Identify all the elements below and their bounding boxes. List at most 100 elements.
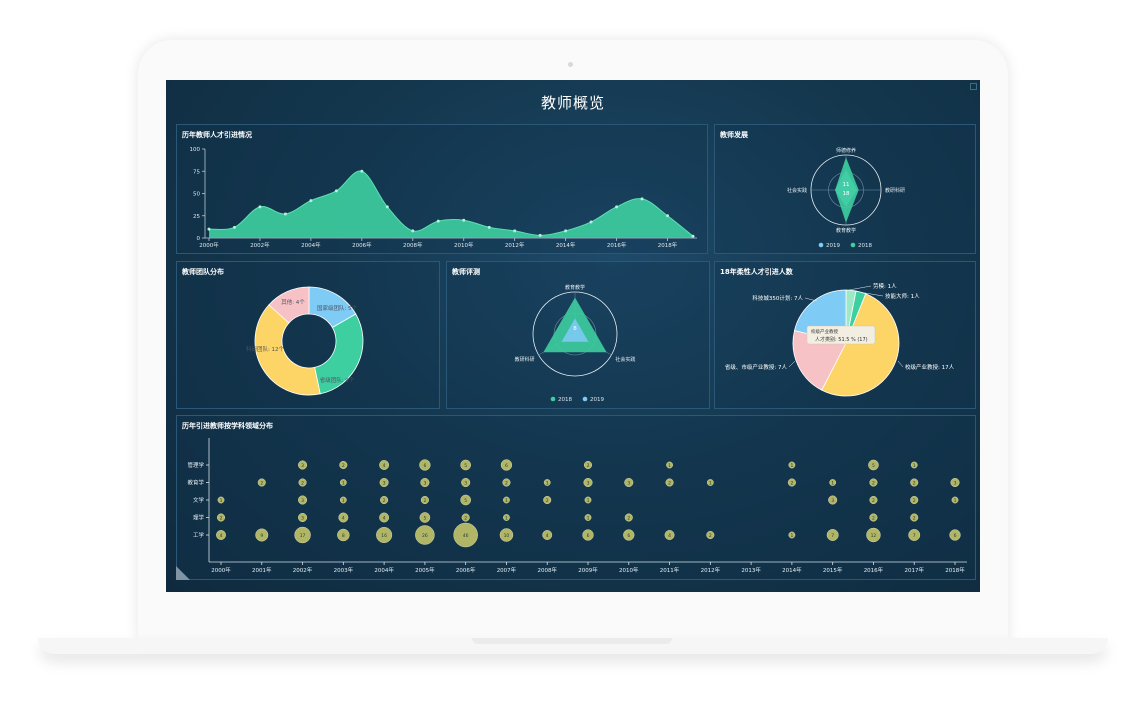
legend-marker-2018 xyxy=(550,396,556,402)
bubble-value-label: 1 xyxy=(668,463,671,469)
dashboard-screen: 教师概览 历年教师人才引进情况 0 25 50 75 100 2000年 2002年 2004… xyxy=(166,80,980,592)
legend-marker-2019 xyxy=(582,396,588,402)
resize-handle-icon[interactable] xyxy=(176,566,190,580)
y-tick-label: 理学 xyxy=(193,514,205,522)
bubble-value-label: 26 xyxy=(422,533,428,539)
x-tick-label: 2014年 xyxy=(782,566,802,574)
bubble-value-label: 1 xyxy=(505,515,508,521)
bubble-value-label: 1 xyxy=(587,515,590,521)
bubble-value-label: 1 xyxy=(709,480,712,486)
talent-trend-chart: 0 25 50 75 100 2000年 2002年 2004年 2006年 2008年 2010年… xyxy=(190,147,697,249)
panel-development: 教师发展 师德修养 教研科研 教育教学 社会实践 11 18 2019 2018 xyxy=(714,124,976,254)
data-point xyxy=(513,229,517,233)
bubble-value-label: 8 xyxy=(342,533,345,539)
bubble-value-label: 2 xyxy=(709,533,712,539)
radar-indicator-label: 教育教学 xyxy=(836,227,856,234)
bubble-value-label: 1 xyxy=(954,498,957,504)
bubble-value-label: 1 xyxy=(220,498,223,504)
panel-discipline-distribution: 历年引进教师按学科领域分布 管理学 教育学 文学 理学 工学 2000年 2001年 2002… xyxy=(176,415,976,580)
radar-indicator-label: 教研科研 xyxy=(885,187,905,194)
legend-label: 2019 xyxy=(590,397,604,403)
pie-leader-line xyxy=(788,360,796,368)
laptop-notch xyxy=(472,638,672,644)
x-tick-label: 2000年 xyxy=(199,241,219,249)
bubble-value-label: 2 xyxy=(913,498,916,504)
tooltip-text: 人才类别: 51.5 % (17) xyxy=(815,336,868,343)
x-tick-label: 2017年 xyxy=(904,566,924,574)
bubble-value-label: 16 xyxy=(381,533,387,539)
x-tick-label: 2005年 xyxy=(415,566,435,574)
pie-slice-label: 校级产业教授: 17人 xyxy=(905,363,955,371)
webcam-icon xyxy=(568,62,573,67)
bubble-value-label: 2 xyxy=(546,498,549,504)
x-tick-label: 2004年 xyxy=(301,241,321,249)
x-tick-label: 2018年 xyxy=(658,241,678,249)
y-tick-label: 0 xyxy=(197,236,201,242)
bubble-value-label: 5 xyxy=(872,463,875,469)
bubble-value-label: 1 xyxy=(913,463,916,469)
bubble-value-label: 2 xyxy=(913,515,916,521)
x-tick-label: 2008年 xyxy=(403,241,423,249)
data-point xyxy=(615,205,619,209)
y-tick-label: 文学 xyxy=(193,496,205,504)
radar-indicator-label: 教研科研 xyxy=(515,356,535,363)
bubble-value-label: 2 xyxy=(872,515,875,521)
bubble-value-label: 4 xyxy=(342,515,345,521)
page-title: 教师概览 xyxy=(540,94,605,112)
x-tick-label: 2000年 xyxy=(211,566,231,574)
tooltip-title: 校级产业教授 xyxy=(811,328,838,335)
pie-slice-label: 省级、市级产业教授: 7人 xyxy=(725,363,788,371)
x-tick-label: 2003年 xyxy=(334,566,354,574)
bubble-value-label: 2 xyxy=(790,480,793,486)
y-tick-label: 75 xyxy=(193,169,200,175)
bubble-value-label: 6 xyxy=(423,463,426,469)
pie-slice-label: 劳模: 1人 xyxy=(873,282,897,290)
x-tick-label: 2010年 xyxy=(619,566,639,574)
bubble-value-label: 1 xyxy=(587,498,590,504)
panel-team-distribution: 教师团队分布 国家级团队: 5个 省级团队: 9个 科研团队: 12个 其他: 4个 xyxy=(176,261,440,409)
y-tick-label: 工学 xyxy=(193,531,205,539)
bubble-value-label: 3 xyxy=(954,480,957,486)
bubble-value-label: 3 xyxy=(627,480,630,486)
legend-marker-2019 xyxy=(818,242,824,248)
fullscreen-icon[interactable] xyxy=(970,83,977,90)
x-tick-label: 2007年 xyxy=(497,566,517,574)
bubble-value-label: 7 xyxy=(913,533,916,539)
radar-indicator-label: 社会实践 xyxy=(787,187,807,194)
x-tick-label: 2014年 xyxy=(556,241,576,249)
evaluation-radar-chart: 教育教学社会实践 教研科研 8 2018 2019 xyxy=(515,284,636,403)
y-tick-label: 教育学 xyxy=(187,479,204,487)
bubble-value-label: 6 xyxy=(587,533,590,539)
bubble-value-label: 5 xyxy=(464,498,467,504)
bubble-value-label: 3 xyxy=(831,498,834,504)
data-point xyxy=(283,212,287,216)
bubble-value-label: 1 xyxy=(790,463,793,469)
y-tick-label: 50 xyxy=(193,192,200,198)
bubble-value-label: 1 xyxy=(342,480,345,486)
x-tick-label: 2006年 xyxy=(456,566,476,574)
bubble-value-label: 2 xyxy=(260,480,263,486)
bubble-value-label: 6 xyxy=(954,533,957,539)
pie-slice-label: 其他: 4个 xyxy=(281,298,305,306)
bubble-value-label: 6 xyxy=(505,463,508,469)
bubble-value-label: 1 xyxy=(546,480,549,486)
bubble-value-label: 3 xyxy=(301,463,304,469)
bubble-value-label: 17 xyxy=(300,533,306,539)
x-tick-label: 2015年 xyxy=(823,566,843,574)
x-tick-label: 2012年 xyxy=(701,566,721,574)
bubble-value-label: 4 xyxy=(383,463,386,469)
pie-slice-label: 科技城350计划: 7人 xyxy=(752,294,803,302)
bubble-value-label: 2 xyxy=(342,463,345,469)
bubble-value-label: 3 xyxy=(301,498,304,504)
data-point xyxy=(589,220,593,224)
x-tick-label: 2001年 xyxy=(252,566,272,574)
pie-slice-label: 技能大师: 1人 xyxy=(885,292,920,300)
data-point xyxy=(538,233,542,237)
data-point xyxy=(691,234,695,238)
bubble-value-label: 2 xyxy=(668,480,671,486)
bubble-value-label: 1 xyxy=(831,480,834,486)
panel-flexible-talent: 18年柔性人才引进人数 劳模: 1人 技能大师: 1人 校级产业教授: 17人 省级、… xyxy=(714,261,976,409)
data-point xyxy=(360,169,364,173)
data-point xyxy=(411,229,415,233)
bubble-value-label: 2 xyxy=(627,515,630,521)
